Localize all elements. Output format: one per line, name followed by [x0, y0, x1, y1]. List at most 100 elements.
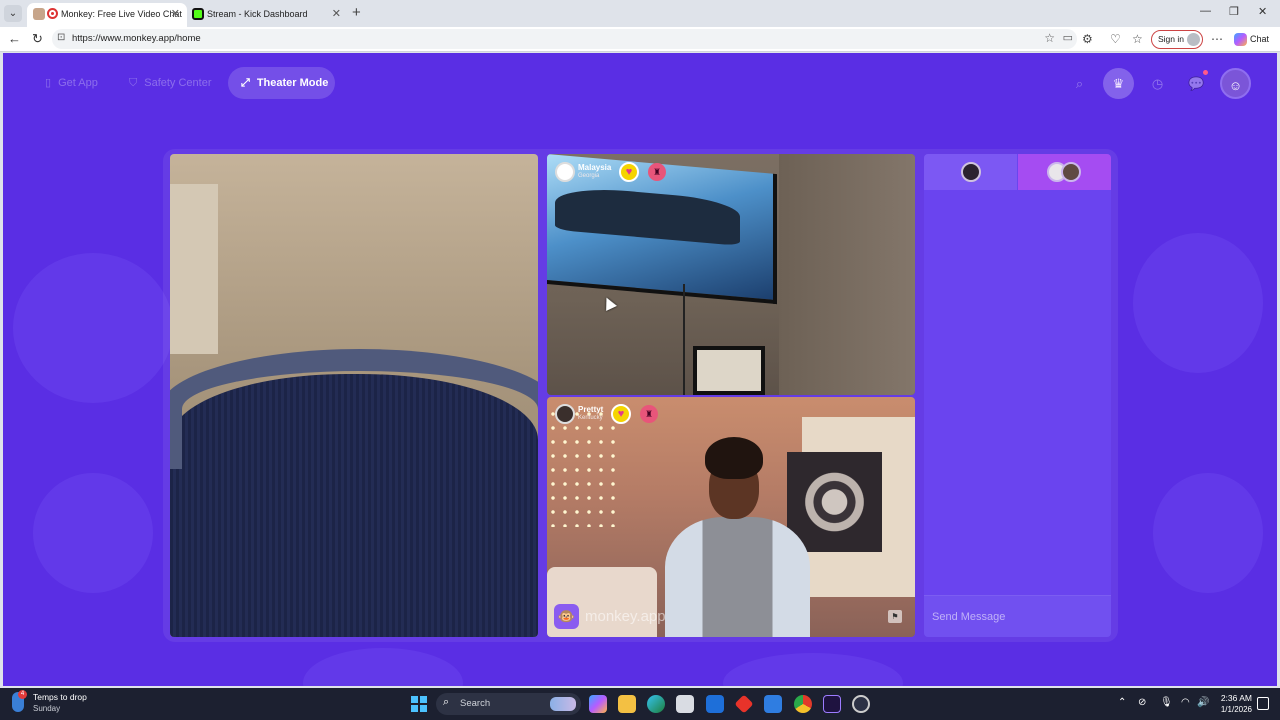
favorites-icon[interactable]: ☆ — [1132, 32, 1143, 46]
clock-date: 1/1/2026 — [1220, 705, 1252, 714]
partner-2-info: Prettyt Kentucky — [578, 405, 603, 423]
send-message-input[interactable] — [924, 596, 1111, 637]
back-icon[interactable]: ← — [8, 31, 21, 46]
copilot-app-icon[interactable] — [589, 695, 607, 713]
favorite-star-icon[interactable]: ☆ — [1044, 31, 1055, 45]
partner-video-2 — [547, 397, 915, 637]
search-highlight-icon — [550, 697, 576, 711]
get-app-button[interactable]: ▯ Get App — [31, 67, 108, 99]
store-icon[interactable] — [676, 695, 694, 713]
file-explorer-icon[interactable] — [618, 695, 636, 713]
watermark-text: monkey.app — [585, 608, 666, 625]
browser-tab-monkey[interactable]: Monkey: Free Live Video Chat ✕ — [27, 3, 187, 27]
monkey-favicon — [33, 8, 45, 20]
background-blob — [303, 648, 463, 686]
shield-icon: ⛉ — [129, 77, 138, 89]
browser-tab-bar: ⌄ Monkey: Free Live Video Chat ✕ Stream … — [0, 0, 1280, 27]
chat-tab-partner-1[interactable] — [924, 154, 1017, 190]
clock[interactable]: 2:36 AM 1/1/2026 — [1216, 693, 1252, 715]
mail-icon[interactable] — [764, 695, 782, 713]
partner-1-location: Georgia — [578, 173, 600, 179]
weather-badge: 4 — [18, 690, 27, 699]
sign-in-label: Sign in — [1158, 34, 1184, 44]
obs-icon[interactable] — [852, 695, 870, 713]
search-icon[interactable]: ⌕ — [1064, 68, 1095, 99]
history-icon[interactable]: ◷ — [1142, 68, 1173, 99]
weather-widget[interactable]: 4 Temps to drop Sunday — [12, 690, 87, 714]
close-window-icon[interactable]: ✕ — [1258, 5, 1267, 18]
camera-in-use-icon[interactable]: ▭ — [1063, 31, 1073, 44]
address-bar[interactable]: ⊡ https://www.monkey.app/home ☆ ▭ — [52, 29, 1077, 49]
network-off-icon[interactable]: ⊘ — [1138, 697, 1146, 708]
chrome-icon[interactable] — [794, 695, 812, 713]
background-blob — [33, 473, 153, 593]
partner-1-name: Malaysia — [578, 163, 612, 172]
start-button-icon[interactable] — [411, 696, 427, 712]
report-icon[interactable]: ⚑ — [888, 610, 902, 623]
microphone-icon[interactable]: 🎙 — [1160, 697, 1173, 708]
wifi-icon[interactable]: ◠ — [1181, 697, 1190, 708]
close-tab-icon[interactable]: ✕ — [171, 3, 180, 25]
partner-avatar-icon — [961, 162, 981, 182]
user-avatar[interactable]: ☺ — [1220, 68, 1251, 99]
minimize-icon[interactable]: — — [1200, 5, 1211, 17]
heart-icon[interactable]: ♥ — [611, 404, 631, 424]
safety-center-label: Safety Center — [144, 77, 212, 89]
kick-favicon — [192, 8, 204, 20]
background-blob — [1133, 233, 1263, 373]
expand-icon: ⤢ — [241, 77, 250, 89]
profile-avatar-icon — [1187, 33, 1200, 46]
edge-browser-icon[interactable] — [647, 695, 665, 713]
theater-mode-button[interactable]: ⤢ Theater Mode — [228, 67, 335, 99]
more-options-icon[interactable]: ⋯ — [1211, 32, 1223, 46]
close-tab-icon[interactable]: ✕ — [332, 3, 341, 25]
tab-list-button[interactable]: ⌄ — [4, 5, 22, 22]
partner-2-avatar[interactable] — [555, 404, 575, 424]
person-body — [665, 517, 810, 637]
background-blob — [723, 653, 903, 686]
restore-icon[interactable]: ❐ — [1229, 5, 1239, 18]
monkey-logo-icon: 🐵 — [554, 604, 579, 629]
partner-2-location: Kentucky — [578, 415, 603, 421]
search-icon: ⌕ — [443, 696, 450, 708]
partner-1-avatar[interactable] — [555, 162, 575, 182]
new-tab-button[interactable]: + — [352, 4, 361, 21]
extensions-icon[interactable]: ⚙ — [1082, 32, 1093, 46]
safety-center-button[interactable]: ⛉ Safety Center — [117, 67, 222, 99]
wall-backdrop — [779, 154, 915, 395]
copilot-chat-button[interactable]: Chat — [1234, 30, 1269, 49]
get-app-label: Get App — [58, 77, 98, 89]
chat-tab-group[interactable] — [1018, 154, 1111, 190]
partner-1-tag[interactable]: Malaysia Georgia — [555, 162, 611, 182]
weather-subtitle: Sunday — [33, 704, 61, 713]
crown-icon[interactable]: ♛ — [1103, 68, 1134, 99]
self-video — [170, 154, 538, 637]
notification-dot — [1203, 70, 1208, 75]
volume-icon[interactable]: 🔊 — [1197, 697, 1209, 708]
premiere-pro-icon[interactable] — [823, 695, 841, 713]
partner-2-tag[interactable]: Prettyt Kentucky — [555, 404, 603, 424]
browser-essentials-icon[interactable]: ♡ — [1110, 32, 1121, 46]
background-blob — [1153, 473, 1263, 593]
partner-avatar-icon — [1061, 162, 1081, 182]
red-app-icon[interactable] — [734, 694, 754, 714]
theater-mode-label: Theater Mode — [256, 77, 329, 89]
background-blob — [13, 253, 173, 403]
thermometer-icon: 4 — [12, 690, 27, 712]
heart-icon[interactable]: ♥ — [619, 162, 639, 182]
copilot-icon — [1234, 33, 1247, 47]
taskbar-search[interactable]: ⌕ Search — [436, 693, 581, 715]
url-text[interactable]: https://www.monkey.app/home — [72, 33, 201, 44]
messages-icon[interactable]: 💬 — [1181, 68, 1212, 99]
browser-tab-kick[interactable]: Stream - Kick Dashboard ✕ — [188, 3, 348, 27]
chair-frame — [170, 349, 538, 469]
partner-video-1 — [547, 154, 915, 395]
dropbox-icon[interactable] — [706, 695, 724, 713]
string-lights — [547, 407, 617, 527]
site-info-icon[interactable]: ⊡ — [57, 32, 65, 43]
sign-in-button[interactable]: Sign in — [1151, 30, 1203, 49]
refresh-icon[interactable]: ↻ — [32, 31, 43, 47]
show-hidden-icons-icon[interactable]: ⌃ — [1118, 697, 1126, 708]
partner-1-info: Malaysia Georgia — [578, 163, 611, 181]
notification-center-icon[interactable] — [1257, 697, 1269, 710]
